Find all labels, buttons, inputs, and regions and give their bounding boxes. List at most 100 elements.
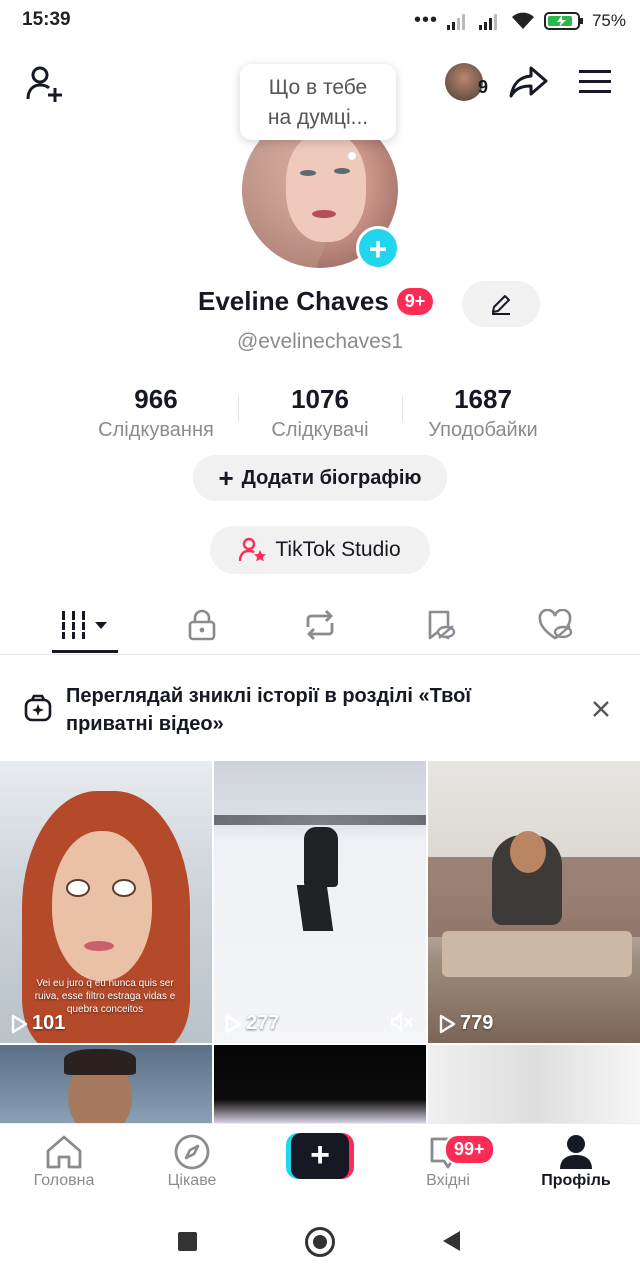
video-3-head — [510, 831, 546, 873]
video-grid: Vei eu juro q eu nunca quis ser ruiva, e… — [0, 761, 640, 1123]
add-story-button[interactable]: + — [356, 226, 400, 270]
avatar-eye-right — [334, 168, 350, 174]
profile-handle: @evelinechaves1 — [236, 330, 404, 353]
private-stories-banner[interactable]: Переглядай зниклі історії в розділі «Тво… — [0, 660, 640, 760]
share-profile-button[interactable] — [506, 60, 552, 104]
inbox-badge: 99+ — [444, 1134, 495, 1165]
video-2-views: 277 — [224, 1012, 279, 1035]
tiktok-studio-button[interactable]: TikTok Studio — [210, 526, 430, 574]
tab-reposts[interactable] — [290, 596, 350, 654]
bubble-line-1: Що в тебе — [268, 76, 368, 99]
video-thumb-3[interactable]: 779 — [428, 761, 640, 1043]
profile-icon — [560, 1135, 592, 1169]
avatar-face — [286, 132, 366, 242]
friends-avatar-button[interactable]: 9 — [443, 61, 493, 103]
bottom-nav: Головна Цікаве + Вхідні 99+ Профіль — [0, 1123, 640, 1204]
recent-apps-button[interactable] — [178, 1232, 197, 1251]
close-icon[interactable] — [590, 698, 612, 720]
lock-icon — [188, 609, 216, 641]
nav-inbox[interactable]: Вхідні 99+ — [388, 1132, 508, 1190]
stat-followers[interactable]: 1076 Слідкувачі — [250, 384, 390, 442]
create-button[interactable]: + — [286, 1133, 354, 1179]
status-icons: ••• 75% — [414, 9, 626, 32]
status-time: 15:39 — [22, 9, 71, 30]
video-2-view-count: 277 — [246, 1012, 280, 1034]
plus-icon: + — [368, 231, 388, 267]
home-icon — [46, 1135, 82, 1169]
tab-videos[interactable] — [52, 596, 118, 654]
hamburger-icon — [579, 70, 611, 93]
back-icon[interactable] — [440, 1229, 462, 1253]
videos-grid-icon — [61, 611, 107, 639]
tab-liked[interactable] — [526, 596, 586, 654]
notification-badge[interactable]: 9+ — [396, 288, 434, 315]
profile-name-row: Eveline Chaves 9+ — [0, 286, 640, 326]
stat-likes[interactable]: 1687 Уподобайки — [413, 384, 553, 442]
home-system-dot — [313, 1235, 327, 1249]
stat-followers-value: 1076 — [291, 384, 349, 414]
video-1-eye-l — [66, 879, 90, 897]
video-1-eye-r — [112, 879, 136, 897]
bookmark-hidden-icon — [428, 610, 456, 640]
nav-inbox-label: Вхідні — [426, 1172, 470, 1189]
nav-home-label: Головна — [33, 1172, 95, 1189]
avatar-lips — [312, 210, 336, 218]
edit-profile-button[interactable] — [462, 281, 540, 327]
banner-text: Переглядай зниклі історії в розділі «Тво… — [66, 685, 471, 735]
tab-private[interactable] — [172, 596, 232, 654]
profile-stats: 966 Слідкування 1076 Слідкувачі 1687 Упо… — [0, 384, 640, 444]
tiktok-studio-label: TikTok Studio — [275, 538, 401, 561]
video-4-hair — [64, 1049, 136, 1075]
active-tab-indicator — [52, 650, 118, 653]
plus-icon: + — [310, 1136, 330, 1174]
profile-name: Eveline Chaves — [198, 286, 389, 316]
video-1-lips — [84, 941, 114, 951]
bubble-line-2: на думці... — [267, 106, 369, 129]
stat-divider-1 — [238, 396, 239, 422]
video-thumb-6[interactable] — [428, 1045, 640, 1123]
video-thumb-2[interactable]: 277 — [214, 761, 426, 1043]
pencil-icon — [492, 295, 510, 315]
create-button-body: + — [291, 1133, 349, 1179]
nav-profile-label: Профіль — [541, 1172, 611, 1189]
stat-likes-label: Уподобайки — [428, 419, 538, 441]
add-bio-button[interactable]: + Додати біографію — [193, 455, 447, 501]
video-1-caption: Vei eu juro q eu nunca quis ser ruiva, e… — [34, 978, 176, 1015]
play-icon — [439, 1014, 456, 1033]
more-dots-icon: ••• — [413, 9, 438, 31]
signal-icon-2 — [478, 13, 497, 30]
stat-following-label: Слідкування — [98, 419, 214, 441]
muted-icon — [391, 1011, 413, 1033]
video-thumb-5[interactable] — [214, 1045, 426, 1123]
status-bar: 15:39 ••• 75% — [0, 0, 640, 42]
video-thumb-4[interactable] — [0, 1045, 212, 1123]
thoughts-bubble[interactable]: Що в тебе на думці... — [240, 64, 396, 160]
video-1-views: 101 — [10, 1012, 65, 1035]
studio-user-star-icon — [239, 537, 267, 562]
stat-divider-2 — [402, 396, 403, 422]
play-icon — [11, 1014, 28, 1033]
video-3-views: 779 — [438, 1012, 493, 1035]
nav-profile[interactable]: Профіль — [516, 1132, 636, 1190]
stat-followers-label: Слідкувачі — [271, 419, 369, 441]
stat-following[interactable]: 966 Слідкування — [86, 384, 226, 442]
stat-likes-value: 1687 — [454, 384, 512, 414]
system-nav-bar — [0, 1203, 640, 1280]
nav-discover[interactable]: Цікаве — [132, 1132, 252, 1190]
add-bio-label: Додати біографію — [241, 466, 422, 489]
menu-button[interactable] — [574, 62, 616, 102]
home-system-button[interactable] — [305, 1227, 335, 1257]
signal-icon — [446, 13, 465, 30]
plus-small-icon: + — [218, 463, 234, 493]
tab-favorites[interactable] — [410, 596, 470, 654]
battery-icon — [543, 11, 583, 30]
add-friend-button[interactable] — [20, 60, 70, 106]
nav-home[interactable]: Головна — [4, 1132, 124, 1190]
avatar-eye-left — [300, 170, 316, 176]
video-2-treeline — [214, 815, 426, 825]
video-thumb-1[interactable]: Vei eu juro q eu nunca quis ser ruiva, e… — [0, 761, 212, 1043]
share-icon — [509, 66, 548, 98]
compass-icon — [174, 1134, 210, 1170]
video-2-legs — [296, 885, 334, 931]
battery-percent: 75% — [591, 10, 626, 30]
